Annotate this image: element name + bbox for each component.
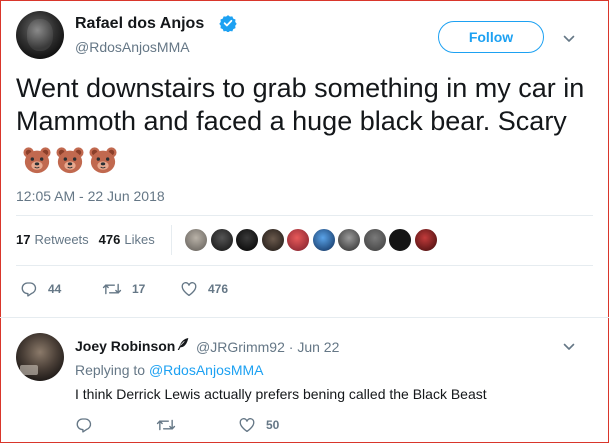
tweet-stats: 17 Retweets 476 Likes: [16, 232, 165, 247]
reply-reply-action[interactable]: [75, 416, 103, 434]
likes-label: Likes: [124, 232, 155, 247]
reply-action[interactable]: 44: [20, 280, 61, 298]
liker-avatar[interactable]: [311, 228, 336, 252]
divider: [16, 215, 593, 216]
follow-button[interactable]: Follow: [438, 21, 544, 53]
replying-to-link[interactable]: @RdosAnjosMMA: [149, 362, 264, 378]
author-name[interactable]: Rafael dos Anjos: [75, 15, 204, 33]
divider: [0, 317, 609, 318]
retweets-stat[interactable]: 17 Retweets: [16, 232, 89, 247]
heart-icon: [181, 282, 197, 297]
retweet-icon: [102, 283, 122, 295]
liker-avatar[interactable]: [260, 228, 285, 252]
like-action[interactable]: 476: [180, 280, 228, 298]
feather-icon: [177, 338, 189, 350]
tweet-timestamp[interactable]: 12:05 AM - 22 Jun 2018: [16, 188, 165, 204]
liker-avatar[interactable]: [286, 228, 310, 252]
liker-avatar[interactable]: [337, 228, 361, 252]
retweets-label: Retweets: [34, 232, 89, 247]
retweet-icon: [156, 419, 176, 431]
liker-avatar[interactable]: [184, 228, 208, 252]
likes-stat[interactable]: 476 Likes: [99, 232, 155, 247]
tweet-text: Went downstairs to grab something in my …: [16, 72, 596, 175]
liker-avatar[interactable]: [413, 228, 438, 252]
verified-badge-icon: [219, 15, 237, 32]
reply-like-count: 50: [266, 418, 280, 432]
liker-avatar[interactable]: [235, 228, 259, 252]
bear-face-emoji: [89, 147, 117, 173]
likers-avatars[interactable]: [184, 228, 439, 252]
reply-like-action[interactable]: 50: [238, 416, 279, 434]
reply-author-avatar[interactable]: [16, 333, 64, 381]
reply-author-name[interactable]: Joey Robinson: [75, 338, 175, 354]
chevron-down-icon[interactable]: [562, 340, 576, 354]
bear-face-emoji: [23, 147, 51, 173]
author-avatar[interactable]: [16, 11, 64, 59]
chevron-down-icon[interactable]: [562, 32, 576, 46]
divider: [16, 265, 593, 266]
heart-icon: [239, 418, 255, 433]
liker-avatar[interactable]: [362, 228, 387, 252]
like-count: 476: [208, 282, 229, 296]
reply-text: I think Derrick Lewis actually prefers b…: [75, 386, 487, 402]
reply-count: 44: [48, 282, 62, 296]
bear-emoji-group: [22, 142, 121, 175]
retweets-count: 17: [16, 232, 31, 247]
liker-avatar[interactable]: [209, 228, 234, 252]
author-handle[interactable]: @RdosAnjosMMA: [75, 39, 190, 55]
replying-to: Replying to @RdosAnjosMMA: [75, 362, 264, 378]
retweet-count: 17: [132, 282, 146, 296]
liker-avatar[interactable]: [388, 228, 412, 252]
likes-count: 476: [98, 232, 121, 247]
reply-handle-date[interactable]: @JRGrimm92 · Jun 22: [196, 339, 339, 355]
retweet-action[interactable]: 17: [102, 280, 145, 298]
bear-face-emoji: [56, 147, 84, 173]
replying-to-prefix: Replying to: [75, 362, 146, 378]
tweet-body: Went downstairs to grab something in my …: [16, 73, 585, 136]
reply-icon: [76, 418, 92, 433]
reply-retweet-action[interactable]: [156, 416, 186, 434]
stats-separator: [171, 225, 172, 255]
reply-icon: [21, 282, 37, 297]
